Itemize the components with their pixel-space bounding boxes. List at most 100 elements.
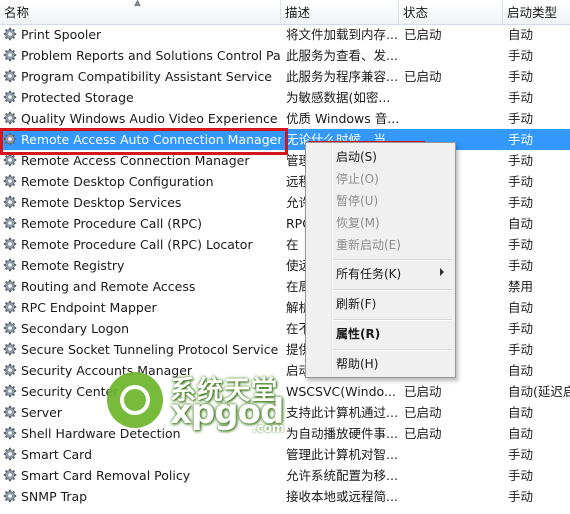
service-description: 支持此计算机通过... <box>286 405 398 420</box>
gear-icon <box>3 467 17 482</box>
gear-icon <box>3 47 17 62</box>
service-row[interactable]: Program Compatibility Assistant Service 此… <box>0 66 570 87</box>
service-row[interactable]: Remote Procedure Call (RPC) RPC 自动 <box>0 213 570 234</box>
service-description: 允许系统配置为移... <box>286 468 398 483</box>
service-name-cell: Program Compatibility Assistant Service <box>3 66 281 87</box>
service-row[interactable]: RPC Endpoint Mapper 解析 自动 <box>0 297 570 318</box>
service-row[interactable]: Remote Registry 使远 手动 <box>0 255 570 276</box>
service-startup-type: 自动 <box>508 27 534 42</box>
gear-icon <box>3 425 17 440</box>
service-status: 已启动 <box>404 405 442 420</box>
service-name: Quality Windows Audio Video Experience <box>21 111 278 126</box>
service-status: 已启动 <box>404 69 442 84</box>
service-startup-type: 手动 <box>508 489 534 504</box>
gear-icon <box>3 110 17 125</box>
service-row[interactable]: Problem Reports and Solutions Control Pa… <box>0 45 570 66</box>
service-startup-type: 手动 <box>508 342 534 357</box>
menu-separator <box>333 289 452 291</box>
service-row[interactable]: Secondary Logon 在不 手动 <box>0 318 570 339</box>
service-name-cell: Protected Storage <box>3 87 281 108</box>
service-startup-type: 手动 <box>508 321 534 336</box>
menu-item-properties[interactable]: 属性(R) <box>336 324 380 344</box>
service-row[interactable]: Remote Procedure Call (RPC) Locator 在手动 <box>0 234 570 255</box>
service-row[interactable]: Secure Socket Tunneling Protocol Service… <box>0 339 570 360</box>
service-row[interactable]: Security Center WSCSVC(Windo... 已启动 自动(延迟启 <box>0 381 570 402</box>
gear-icon <box>3 278 17 293</box>
service-row[interactable]: Server 支持此计算机通过... 已启动 自动 <box>0 402 570 423</box>
gear-icon <box>3 215 17 230</box>
gear-icon <box>3 488 17 503</box>
service-name-cell: Remote Procedure Call (RPC) Locator <box>3 234 281 255</box>
service-startup-type: 自动 <box>508 300 534 315</box>
service-name: Remote Access Auto Connection Manager <box>21 132 281 147</box>
service-startup-type: 自动 <box>508 216 534 231</box>
service-description: WSCSVC(Windo... <box>286 384 396 399</box>
service-row[interactable]: Routing and Remote Access 在局 禁用 <box>0 276 570 297</box>
gear-icon <box>3 89 17 104</box>
service-row[interactable]: SNMP Trap 接收本地或远程简... 手动 <box>0 486 570 507</box>
service-row[interactable]: Quality Windows Audio Video Experience 优质… <box>0 108 570 129</box>
service-name-cell: Smart Card <box>3 444 281 465</box>
service-description: 此服务为查看、发... <box>286 48 398 63</box>
service-startup-type: 手动 <box>508 153 534 168</box>
menu-item-resume[interactable]: 恢复(M) <box>336 213 380 233</box>
column-header-name[interactable]: 名称 ▲ <box>0 0 281 24</box>
service-description: 为自动播放硬件事... <box>286 426 398 441</box>
column-header-description-label: 描述 <box>285 5 311 20</box>
service-startup-type: 手动 <box>508 132 534 147</box>
menu-item-refresh[interactable]: 刷新(F) <box>336 294 376 314</box>
gear-icon <box>3 362 17 377</box>
service-startup-type: 手动 <box>508 111 534 126</box>
menu-item-start[interactable]: 启动(S) <box>336 147 377 167</box>
service-row[interactable]: Smart Card Removal Policy 允许系统配置为移... 手动 <box>0 465 570 486</box>
gear-icon <box>3 257 17 272</box>
service-name: Security Center <box>21 384 119 399</box>
gear-icon <box>3 299 17 314</box>
service-status: 已启动 <box>404 384 442 399</box>
menu-item-help[interactable]: 帮助(H) <box>336 354 378 374</box>
services-list: Print Spooler 将文件加载到内存... 已启动 自动 Problem Rep… <box>0 24 570 507</box>
service-description: 将文件加载到内存... <box>286 27 398 42</box>
column-header-startup-type[interactable]: 启动类型 <box>503 0 570 24</box>
service-name-cell: Remote Access Connection Manager <box>3 150 281 171</box>
column-header-startup-type-label: 启动类型 <box>507 5 558 20</box>
sort-up-icon: ▲ <box>134 0 141 8</box>
gear-icon <box>3 26 17 41</box>
service-name: Secure Socket Tunneling Protocol Service <box>21 342 279 357</box>
service-startup-type: 自动 <box>508 363 534 378</box>
service-row[interactable]: Security Accounts Manager 启动 自动 <box>0 360 570 381</box>
gear-icon <box>3 404 17 419</box>
service-row[interactable]: Print Spooler 将文件加载到内存... 已启动 自动 <box>0 24 570 45</box>
service-name: Security Accounts Manager <box>21 363 193 378</box>
service-status <box>404 444 500 465</box>
menu-item-stop[interactable]: 停止(O) <box>336 169 379 189</box>
service-startup-type: 禁用 <box>508 279 534 294</box>
service-name: Server <box>21 405 62 420</box>
gear-icon <box>3 320 17 335</box>
menu-item-pause[interactable]: 暂停(U) <box>336 191 378 211</box>
service-name-cell: Secure Socket Tunneling Protocol Service <box>3 339 281 360</box>
context-menu: 启动(S) 停止(O) 暂停(U) 恢复(M) 重新启动(E) 所有任务(K) … <box>305 142 456 378</box>
service-description: 优质 Windows 音... <box>286 111 398 126</box>
service-startup-type: 手动 <box>508 258 534 273</box>
service-startup-type: 手动 <box>508 468 534 483</box>
service-startup-type: 自动 <box>508 405 534 420</box>
service-name: Shell Hardware Detection <box>21 426 181 441</box>
service-row[interactable]: Remote Desktop Configuration 远程 手动 <box>0 171 570 192</box>
menu-item-all-tasks[interactable]: 所有任务(K) <box>336 264 401 284</box>
menu-item-restart[interactable]: 重新启动(E) <box>336 235 401 255</box>
service-row[interactable]: Shell Hardware Detection 为自动播放硬件事... 已启动 自动 <box>0 423 570 444</box>
column-header-description[interactable]: 描述 <box>281 0 399 24</box>
column-header-name-label: 名称 <box>4 5 30 20</box>
service-name-cell: SNMP Trap <box>3 486 281 507</box>
service-row[interactable]: Remote Access Auto Connection Manager 无论什… <box>0 129 570 150</box>
service-row[interactable]: Smart Card 管理此计算机对智... 手动 <box>0 444 570 465</box>
service-row[interactable]: Remote Access Connection Manager 管理 手动 <box>0 150 570 171</box>
gear-icon <box>3 194 17 209</box>
gear-icon <box>3 131 17 146</box>
service-name-cell: Print Spooler <box>3 24 281 45</box>
service-name: Remote Registry <box>21 258 125 273</box>
service-row[interactable]: Protected Storage 为敏感数据(如密... 手动 <box>0 87 570 108</box>
service-row[interactable]: Remote Desktop Services 允许 手动 <box>0 192 570 213</box>
column-header-status[interactable]: 状态 <box>399 0 503 24</box>
